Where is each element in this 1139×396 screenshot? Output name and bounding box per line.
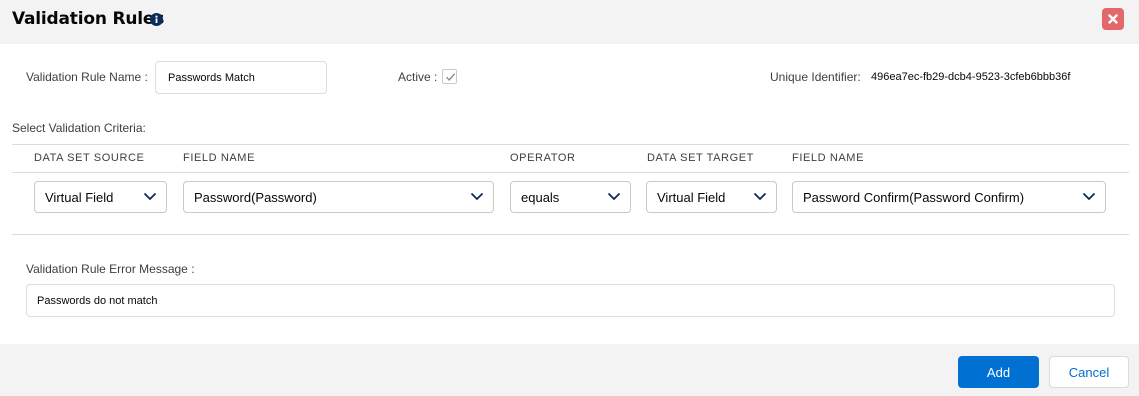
- chevron-down-icon: [753, 192, 767, 201]
- checkmark-icon: [445, 73, 456, 82]
- header-data-set-source: DATA SET SOURCE: [34, 152, 145, 164]
- data-set-target-value: Virtual Field: [657, 190, 726, 205]
- chevron-down-icon: [1082, 192, 1096, 201]
- source-field-name-value: Password(Password): [194, 190, 317, 205]
- header-field-name-target: FIELD NAME: [792, 152, 865, 164]
- source-field-name-select[interactable]: Password(Password): [183, 181, 494, 213]
- info-icon[interactable]: [150, 13, 163, 26]
- criteria-header-divider: [12, 172, 1129, 173]
- unique-id-label: Unique Identifier:: [770, 70, 861, 84]
- target-field-name-value: Password Confirm(Password Confirm): [803, 190, 1025, 205]
- operator-select[interactable]: equals: [510, 181, 631, 213]
- close-icon: [1108, 14, 1118, 24]
- active-checkbox[interactable]: [442, 69, 457, 84]
- data-set-source-value: Virtual Field: [45, 190, 114, 205]
- error-message-label: Validation Rule Error Message :: [26, 262, 195, 276]
- error-message-input[interactable]: Passwords do not match: [26, 284, 1115, 317]
- chevron-down-icon: [143, 192, 157, 201]
- active-label: Active :: [398, 70, 438, 84]
- data-set-target-select[interactable]: Virtual Field: [646, 181, 777, 213]
- chevron-down-icon: [607, 192, 621, 201]
- target-field-name-select[interactable]: Password Confirm(Password Confirm): [792, 181, 1106, 213]
- header-operator: OPERATOR: [510, 152, 576, 164]
- data-set-source-select[interactable]: Virtual Field: [34, 181, 167, 213]
- cancel-button[interactable]: Cancel: [1049, 356, 1129, 388]
- header-field-name-source: FIELD NAME: [183, 152, 256, 164]
- rule-name-label: Validation Rule Name :: [26, 70, 148, 84]
- modal-header: [0, 0, 1139, 44]
- criteria-label: Select Validation Criteria:: [12, 121, 146, 135]
- add-button[interactable]: Add: [958, 356, 1039, 388]
- criteria-top-divider: [12, 144, 1129, 145]
- close-button[interactable]: [1102, 8, 1124, 30]
- criteria-bottom-divider: [12, 234, 1129, 235]
- chevron-down-icon: [470, 192, 484, 201]
- operator-value: equals: [521, 190, 560, 205]
- header-data-set-target: DATA SET TARGET: [647, 152, 755, 164]
- modal-title: Validation Rules: [12, 9, 165, 29]
- rule-name-input[interactable]: Passwords Match: [155, 61, 327, 94]
- unique-id-value: 496ea7ec-fb29-dcb4-9523-3cfeb6bbb36f: [871, 71, 1071, 83]
